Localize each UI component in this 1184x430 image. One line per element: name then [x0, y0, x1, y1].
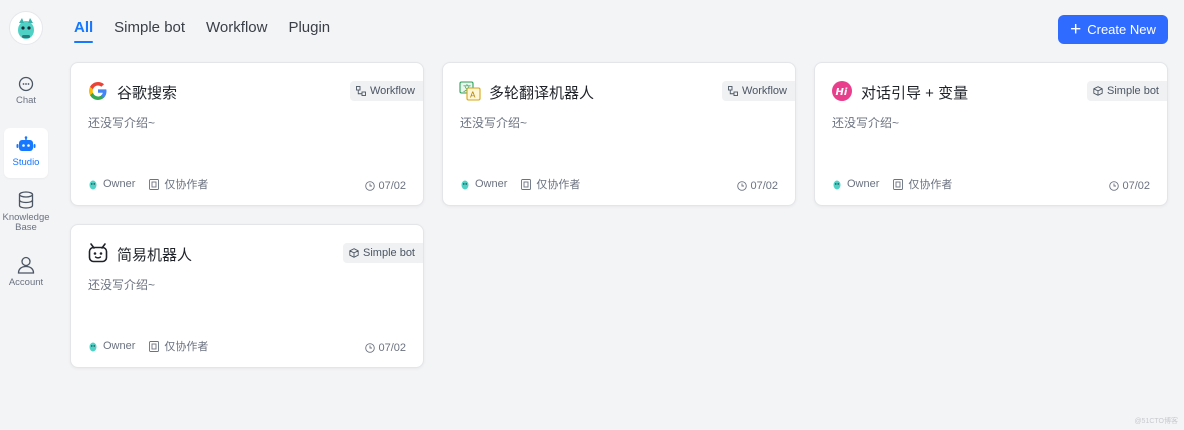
translate-icon: 文 A — [459, 80, 481, 102]
cube-icon — [1093, 86, 1103, 96]
permission-icon — [521, 178, 532, 190]
date-label: 07/02 — [378, 180, 406, 192]
card-meta: Owner 仅协作者 — [832, 176, 952, 192]
owner-label: Owner — [103, 178, 136, 190]
sidebar-item-studio[interactable]: Studio — [4, 128, 48, 178]
date-label: 07/02 — [378, 342, 406, 354]
type-badge: Workflow — [349, 81, 423, 101]
type-badge-label: Simple bot — [1107, 85, 1159, 97]
app-logo[interactable] — [9, 11, 43, 45]
create-new-button[interactable]: + Create New — [1058, 15, 1168, 44]
type-badge: Simple bot — [343, 243, 423, 263]
type-badge: Simple bot — [1087, 81, 1167, 101]
workflow-icon — [356, 86, 366, 96]
owner-avatar-icon — [833, 180, 841, 189]
tab-simple-bot[interactable]: Simple bot — [114, 19, 185, 43]
card-date: 07/02 — [365, 180, 406, 192]
card-description: 还没写介绍~ — [88, 278, 156, 292]
chat-icon — [18, 76, 34, 92]
create-new-label: Create New — [1087, 22, 1156, 37]
permission-label: 仅协作者 — [536, 179, 581, 191]
tab-workflow[interactable]: Workflow — [206, 19, 267, 43]
filter-tabs: All Simple bot Workflow Plugin — [74, 19, 351, 43]
clock-icon — [737, 181, 748, 191]
type-badge: Workflow — [721, 81, 795, 101]
card-title: 对话引导 + 变量 — [861, 85, 969, 102]
app-card[interactable]: 简易机器人 Simple bot 还没写介绍~ Owner 仅协作者 07/02 — [70, 224, 424, 368]
owner-label: Owner — [475, 178, 508, 190]
clock-icon — [1109, 181, 1120, 191]
sidebar-item-label: Studio — [12, 157, 40, 168]
type-badge-label: Workflow — [369, 85, 415, 97]
robot-icon — [16, 136, 36, 151]
cube-icon — [349, 248, 359, 258]
tab-all[interactable]: All — [74, 19, 94, 43]
card-description: 还没写介绍~ — [88, 116, 156, 130]
owner-avatar-icon — [89, 342, 97, 351]
owner-avatar-icon — [89, 180, 97, 189]
permission-icon — [149, 178, 160, 190]
plus-icon: + — [1070, 18, 1082, 40]
owner-avatar-icon — [461, 180, 469, 189]
card-title: 简易机器人 — [117, 247, 193, 264]
google-icon — [87, 80, 109, 102]
card-meta: Owner 仅协作者 — [460, 176, 580, 192]
card-description: 还没写介绍~ — [832, 116, 900, 130]
tab-plugin[interactable]: Plugin — [288, 19, 330, 43]
type-badge-label: Simple bot — [363, 247, 415, 259]
sidebar-item-label: Account — [8, 277, 44, 288]
clock-icon — [365, 181, 376, 191]
owner-label: Owner — [847, 178, 880, 190]
user-icon — [17, 256, 35, 274]
sidebar-item-account[interactable]: Account — [4, 256, 48, 296]
owner-label: Owner — [103, 340, 136, 352]
card-meta: Owner 仅协作者 — [88, 338, 208, 354]
sidebar-item-label: Chat — [15, 95, 37, 106]
sidebar-item-label: Knowledge Base — [2, 212, 50, 233]
card-title: 谷歌搜索 — [117, 85, 178, 102]
card-date: 07/02 — [1109, 180, 1150, 192]
date-label: 07/02 — [1122, 180, 1150, 192]
clock-icon — [365, 343, 376, 353]
app-card[interactable]: 谷歌搜索 Workflow 还没写介绍~ Owner 仅协作者 07/02 — [70, 62, 424, 206]
logo-icon — [18, 18, 34, 39]
sidebar-item-chat[interactable]: Chat — [4, 76, 48, 116]
robot-face-icon — [87, 242, 109, 264]
hi-icon: Hi — [831, 80, 853, 102]
date-label: 07/02 — [750, 180, 778, 192]
watermark: @51CTO博客 — [1134, 418, 1178, 425]
app-card[interactable]: 文 A 多轮翻译机器人 Workflow 还没写介绍~ Owner 仅协作者 — [442, 62, 796, 206]
permission-label: 仅协作者 — [164, 179, 209, 191]
permission-label: 仅协作者 — [908, 179, 953, 191]
workflow-icon — [728, 86, 738, 96]
sidebar: Chat Studio Knowledge Base Account — [0, 0, 52, 430]
permission-icon — [893, 178, 904, 190]
permission-label: 仅协作者 — [164, 341, 209, 353]
card-date: 07/02 — [737, 180, 778, 192]
permission-icon — [149, 340, 160, 352]
database-icon — [18, 191, 34, 209]
card-description: 还没写介绍~ — [460, 116, 528, 130]
card-title: 多轮翻译机器人 — [489, 85, 595, 102]
type-badge-label: Workflow — [741, 85, 787, 97]
sidebar-item-knowledge-base[interactable]: Knowledge Base — [2, 191, 50, 237]
svg-text:A: A — [470, 91, 476, 100]
app-card[interactable]: Hi 对话引导 + 变量 Simple bot 还没写介绍~ Owner 仅协作… — [814, 62, 1168, 206]
card-date: 07/02 — [365, 342, 406, 354]
card-meta: Owner 仅协作者 — [88, 176, 208, 192]
svg-text:Hi: Hi — [836, 87, 848, 98]
